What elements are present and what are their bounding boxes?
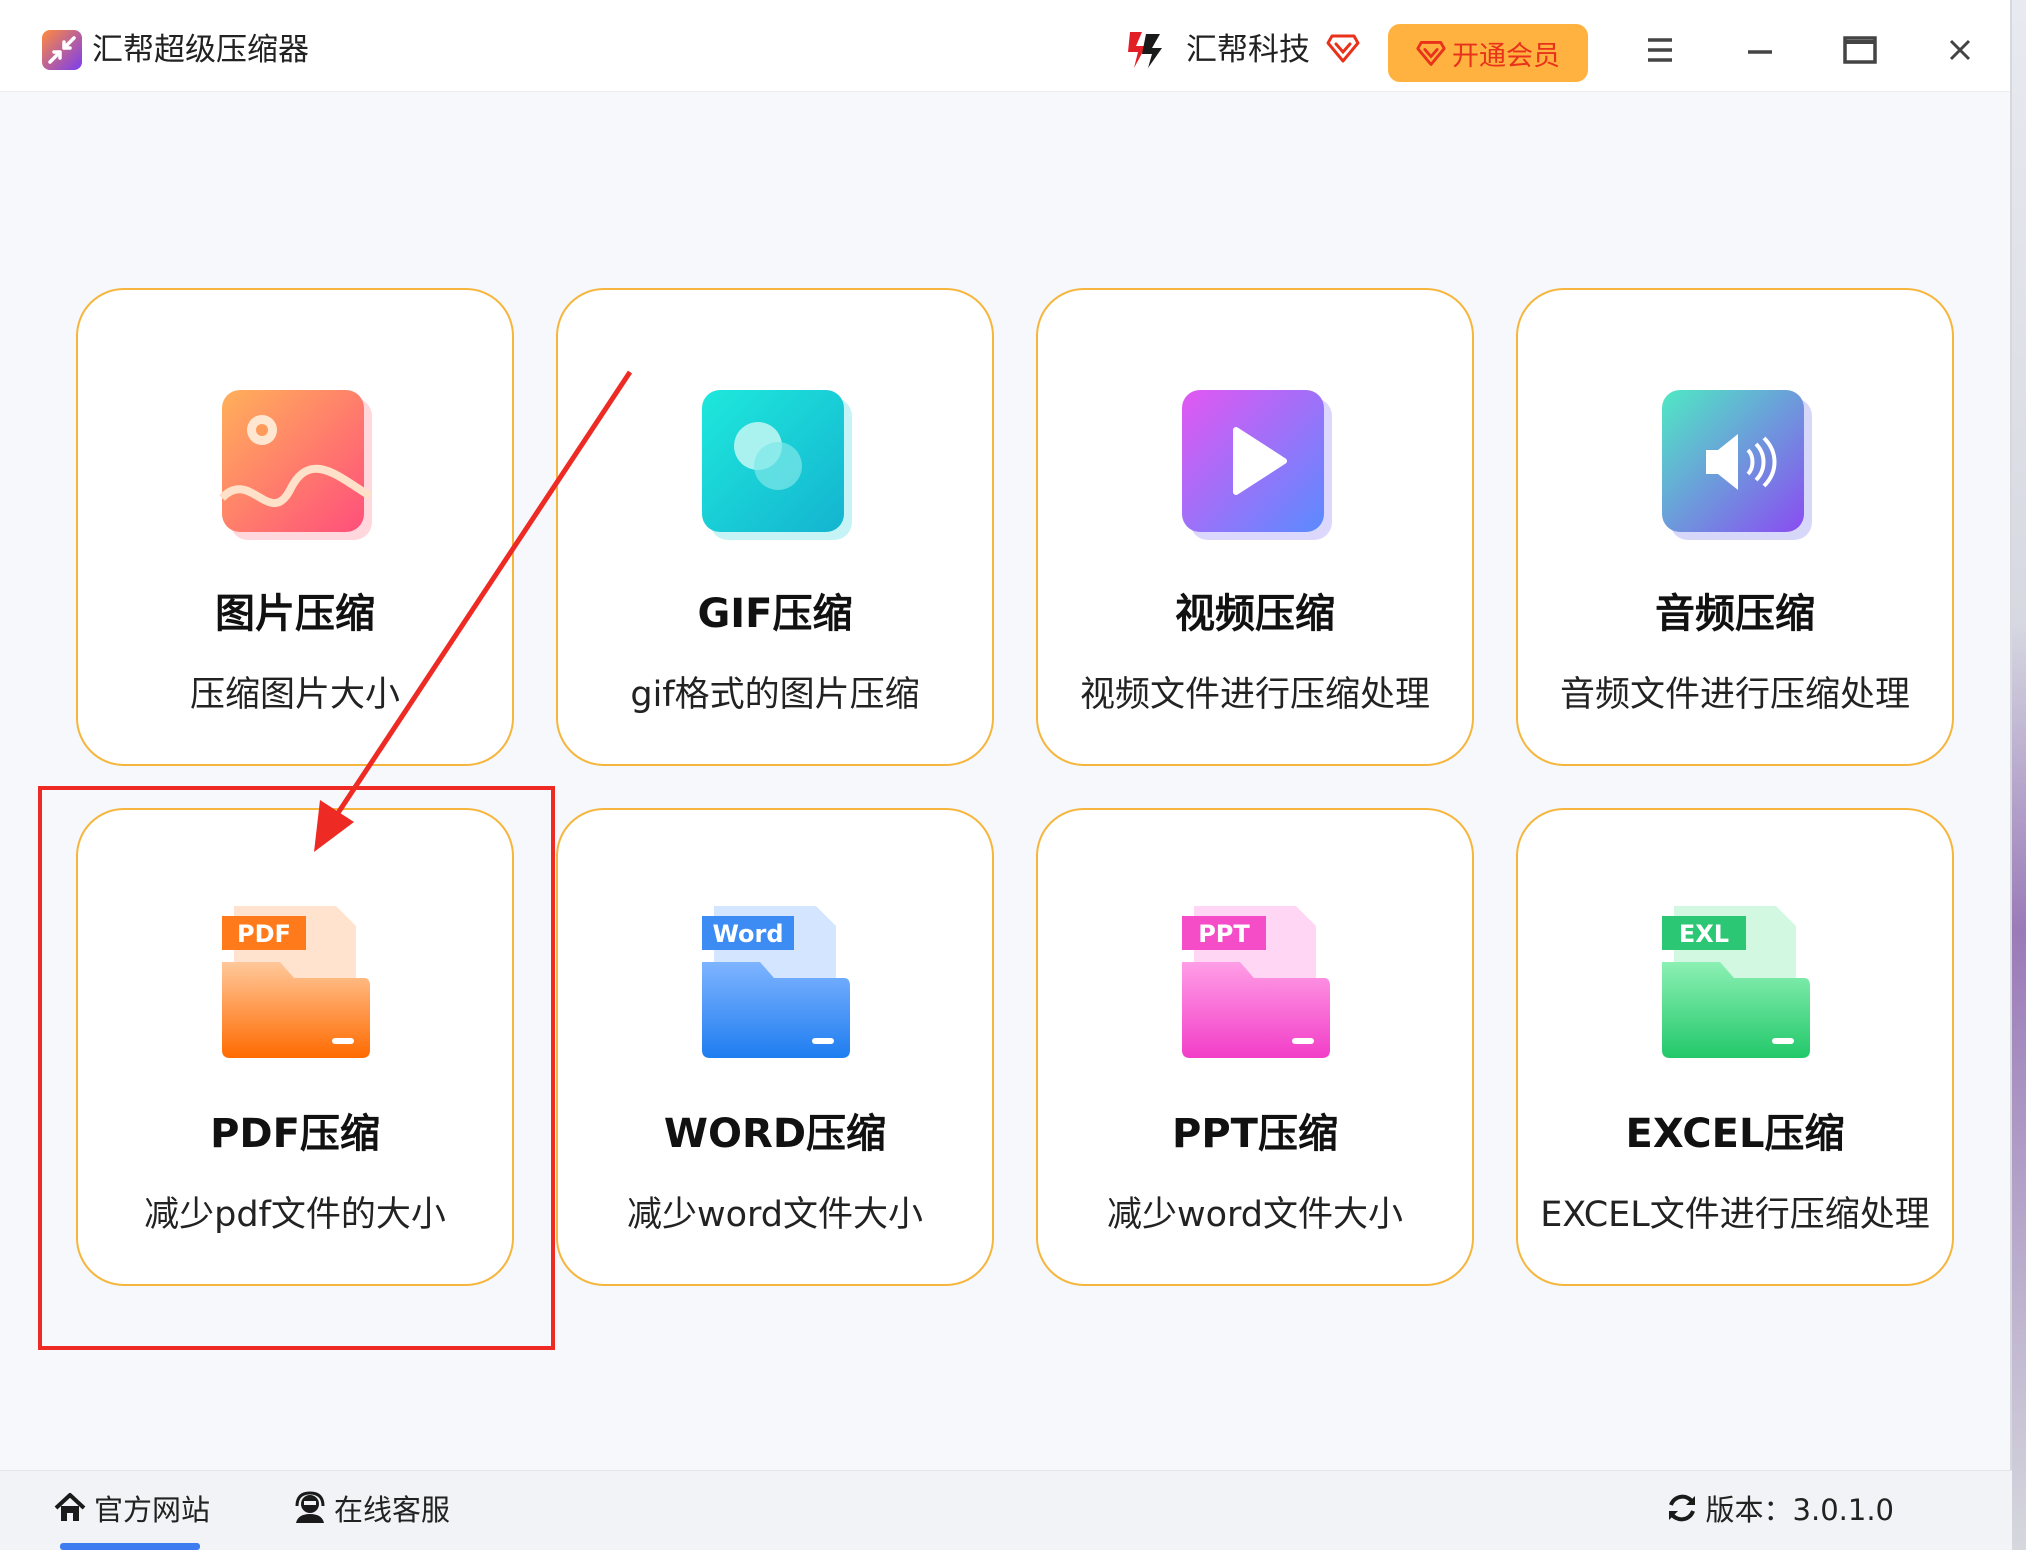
video-compress-card[interactable]: 视频压缩 视频文件进行压缩处理 [1036,288,1474,766]
card-title: PPT压缩 [1172,1111,1338,1157]
pdf-compress-card[interactable]: PDF PDF压缩 减少pdf文件的大小 [76,808,514,1286]
online-support-label: 在线客服 [334,1493,451,1527]
diamond-icon [1326,34,1360,63]
minimize-icon [1748,50,1772,54]
card-title: GIF压缩 [697,591,853,637]
app-window: 汇帮超级压缩器 汇帮科技 开通会员 图片压缩 压缩图片大小 GIF压缩 gif格… [0,0,2012,1545]
audio-icon [1662,390,1812,540]
folder-badge-label: PPT [1198,920,1250,948]
folder-badge-label: Word [712,920,783,948]
close-icon [1949,39,1971,61]
gif-compress-card[interactable]: GIF压缩 gif格式的图片压缩 [556,288,994,766]
refresh-icon [1668,1494,1695,1522]
video-icon [1182,390,1332,540]
diamond-icon [1416,41,1446,66]
ppt-folder-icon: PPT [1182,906,1330,1058]
card-title: EXCEL压缩 [1625,1111,1845,1157]
maximize-button[interactable] [1840,30,1880,70]
brand-logo-icon [1128,32,1162,68]
version-info: 版本：3.0.1.0 [1664,1487,1894,1529]
excel-folder-icon: EXL [1662,906,1810,1058]
app-title: 汇帮超级压缩器 [92,32,309,68]
brand-name: 汇帮科技 [1186,32,1310,68]
official-website-link[interactable]: 官方网站 [52,1487,210,1529]
annotation-arrow [314,370,633,852]
official-website-label: 官方网站 [94,1493,211,1527]
gif-icon [702,390,852,540]
card-title: WORD压缩 [663,1111,887,1157]
card-title: 图片压缩 [215,591,375,637]
online-support-link[interactable]: 在线客服 [292,1487,450,1529]
close-button[interactable] [1940,30,1980,70]
background-desktop-edge [2012,0,2026,1550]
vip-button-label: 开通会员 [1452,40,1560,72]
excel-compress-card[interactable]: EXL EXCEL压缩 EXCEL文件进行压缩处理 [1516,808,1954,1286]
card-title: 视频压缩 [1175,591,1335,637]
footer-bar: 官方网站 在线客服 版本：3.0.1.0 [0,1470,2012,1545]
card-description: 压缩图片大小 [189,675,400,715]
folder-badge-label: EXL [1679,920,1729,948]
word-folder-icon: Word [702,906,850,1058]
card-description: 视频文件进行压缩处理 [1079,675,1430,715]
menu-button[interactable] [1640,30,1680,70]
hamburger-menu-icon [1648,38,1672,62]
minimize-button[interactable] [1740,30,1780,70]
home-icon [54,1493,86,1521]
customer-service-icon [295,1491,325,1523]
taskbar-indicator [60,1543,200,1550]
word-compress-card[interactable]: Word WORD压缩 减少word文件大小 [556,808,994,1286]
title-bar: 汇帮超级压缩器 汇帮科技 开通会员 [0,0,2010,92]
card-description: 音频文件进行压缩处理 [1559,675,1910,715]
folder-badge-label: PDF [237,920,291,948]
card-title: 音频压缩 [1655,591,1815,637]
image-compress-card[interactable]: 图片压缩 压缩图片大小 [76,288,514,766]
ppt-compress-card[interactable]: PPT PPT压缩 减少word文件大小 [1036,808,1474,1286]
card-description: 减少pdf文件的大小 [144,1195,446,1235]
card-description: 减少word文件大小 [1106,1195,1404,1235]
maximize-icon [1843,36,1877,64]
card-title: PDF压缩 [210,1111,380,1157]
app-logo-icon [42,30,82,70]
card-description: EXCEL文件进行压缩处理 [1540,1195,1930,1235]
card-description: gif格式的图片压缩 [630,675,920,715]
card-description: 减少word文件大小 [626,1195,924,1235]
pdf-folder-icon: PDF [222,906,370,1058]
version-label: 版本：3.0.1.0 [1705,1493,1894,1527]
vip-button[interactable]: 开通会员 [1388,24,1588,82]
image-icon [219,390,373,540]
audio-compress-card[interactable]: 音频压缩 音频文件进行压缩处理 [1516,288,1954,766]
